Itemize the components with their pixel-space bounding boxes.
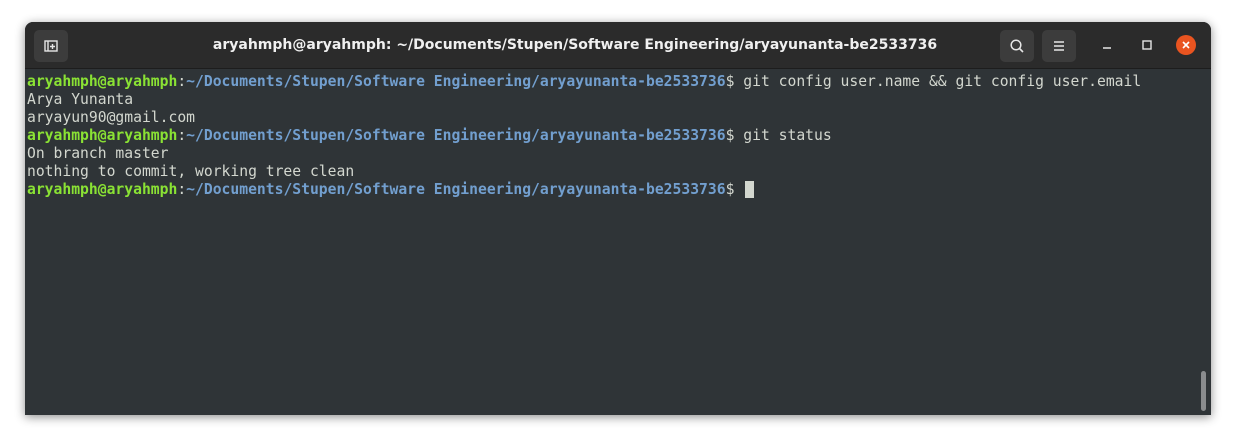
window-title: aryahmph@aryahmph: ~/Documents/Stupen/So… — [212, 37, 938, 53]
prompt-path: ~/Documents/Stupen/Software Engineering/… — [186, 181, 726, 198]
prompt-user: aryahmph@aryahmph — [27, 73, 178, 90]
new-tab-button[interactable] — [34, 30, 68, 62]
prompt-line: aryahmph@aryahmph:~/Documents/Stupen/Sof… — [27, 73, 1211, 91]
prompt-line: aryahmph@aryahmph:~/Documents/Stupen/Sof… — [27, 127, 1211, 145]
output-line: Arya Yunanta — [27, 91, 134, 108]
prompt-symbol: $ — [725, 73, 744, 90]
minimize-button[interactable] — [1097, 35, 1117, 55]
new-tab-icon — [44, 40, 58, 52]
close-button[interactable] — [1176, 35, 1196, 55]
titlebar: aryahmph@aryahmph: ~/Documents/Stupen/So… — [25, 22, 1211, 69]
menu-button[interactable] — [1042, 30, 1076, 62]
prompt-separator: : — [177, 127, 187, 144]
terminal-output[interactable]: aryahmph@aryahmph:~/Documents/Stupen/Sof… — [25, 69, 1211, 415]
command-text: git status — [743, 127, 832, 144]
minimize-icon — [1103, 47, 1111, 49]
prompt-line: aryahmph@aryahmph:~/Documents/Stupen/Sof… — [27, 181, 1211, 199]
search-button[interactable] — [1000, 30, 1034, 62]
prompt-user: aryahmph@aryahmph — [27, 127, 178, 144]
prompt-separator: : — [177, 73, 187, 90]
prompt-symbol: $ — [725, 181, 744, 198]
text-cursor — [745, 181, 755, 198]
hamburger-menu-icon — [1054, 41, 1064, 51]
output-line: nothing to commit, working tree clean — [27, 163, 355, 180]
output-line: On branch master — [27, 145, 169, 162]
output-line: aryayun90@gmail.com — [27, 109, 196, 126]
terminal-window: aryahmph@aryahmph: ~/Documents/Stupen/So… — [25, 22, 1211, 415]
prompt-path: ~/Documents/Stupen/Software Engineering/… — [186, 127, 726, 144]
command-text: git config user.name && git config user.… — [743, 73, 1142, 90]
maximize-icon — [1142, 40, 1152, 50]
scrollbar[interactable] — [1201, 371, 1206, 411]
prompt-symbol: $ — [725, 127, 744, 144]
prompt-user: aryahmph@aryahmph — [27, 181, 178, 198]
search-icon — [1010, 39, 1024, 53]
prompt-path: ~/Documents/Stupen/Software Engineering/… — [186, 73, 726, 90]
close-icon — [1182, 41, 1190, 49]
maximize-button[interactable] — [1137, 35, 1157, 55]
prompt-separator: : — [177, 181, 187, 198]
